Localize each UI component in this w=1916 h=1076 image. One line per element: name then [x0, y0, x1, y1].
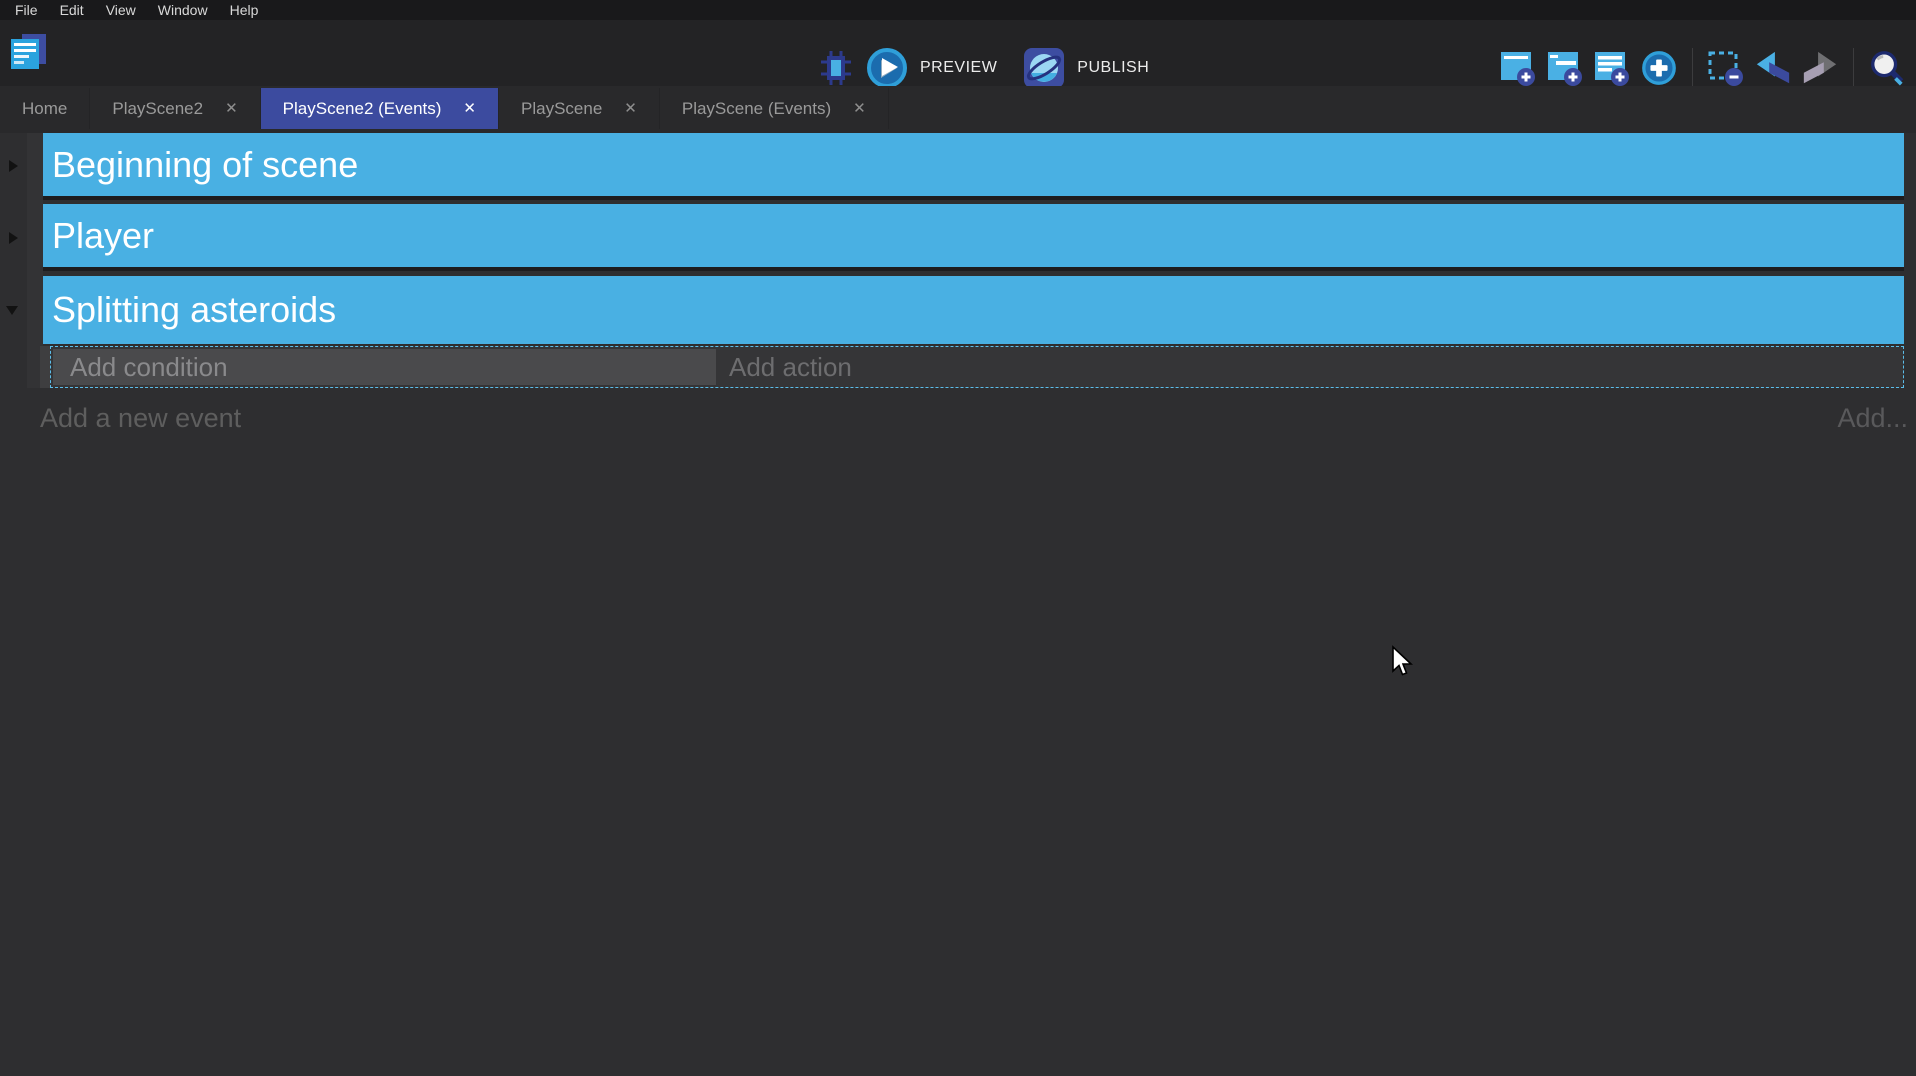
main-toolbar: PREVIEW PUBLISH	[0, 20, 1916, 86]
expand-arrow-icon[interactable]	[9, 160, 18, 172]
tab-label: Home	[22, 99, 67, 119]
search-icon[interactable]	[1868, 48, 1906, 88]
selected-empty-event[interactable]: Add condition Add action	[50, 346, 1904, 388]
close-icon[interactable]: ✕	[853, 101, 866, 116]
add-circle-icon[interactable]	[1640, 48, 1678, 88]
add-more-button[interactable]: Add...	[1837, 403, 1908, 434]
collapse-arrow-icon[interactable]	[6, 306, 18, 315]
close-icon[interactable]: ✕	[463, 101, 476, 116]
toolbar-separator	[1853, 48, 1854, 88]
menu-window[interactable]: Window	[147, 1, 219, 19]
delete-selection-icon[interactable]	[1707, 48, 1745, 88]
menu-edit[interactable]: Edit	[49, 1, 95, 19]
close-icon[interactable]: ✕	[624, 101, 637, 116]
close-icon[interactable]: ✕	[225, 101, 238, 116]
tab-label: PlayScene2 (Events)	[283, 99, 442, 119]
tab-playscene2[interactable]: PlayScene2 ✕	[90, 88, 260, 129]
event-group-player[interactable]: Player	[43, 204, 1904, 271]
add-condition-button[interactable]: Add condition	[53, 349, 716, 385]
event-group-splitting-asteroids[interactable]: Splitting asteroids	[43, 276, 1904, 344]
add-subevent-icon[interactable]	[1546, 48, 1584, 88]
group-title: Splitting asteroids	[43, 289, 336, 331]
tab-label: PlayScene2	[112, 99, 203, 119]
menu-help[interactable]: Help	[219, 1, 270, 19]
tab-label: PlayScene	[521, 99, 602, 119]
redo-icon[interactable]	[1801, 48, 1839, 88]
group-title: Player	[43, 215, 154, 257]
tab-home[interactable]: Home	[0, 88, 90, 129]
toolbar-separator	[1692, 48, 1693, 88]
add-new-event-button[interactable]: Add a new event	[40, 403, 241, 434]
menu-bar: File Edit View Window Help	[0, 0, 1916, 20]
tab-label: PlayScene (Events)	[682, 99, 831, 119]
publish-icon[interactable]	[1023, 47, 1065, 89]
tab-playscene[interactable]: PlayScene ✕	[499, 88, 660, 129]
menu-view[interactable]: View	[95, 1, 147, 19]
publish-button[interactable]: PUBLISH	[1077, 59, 1149, 77]
add-action-button[interactable]: Add action	[716, 347, 1903, 387]
mouse-cursor	[1390, 645, 1414, 679]
add-comment-icon[interactable]	[1593, 48, 1631, 88]
event-group-beginning-of-scene[interactable]: Beginning of scene	[43, 133, 1904, 200]
add-event-icon[interactable]	[1499, 48, 1537, 88]
undo-icon[interactable]	[1754, 48, 1792, 88]
tab-playscene-events[interactable]: PlayScene (Events) ✕	[660, 88, 889, 129]
preview-play-icon[interactable]	[866, 47, 908, 89]
menu-file[interactable]: File	[4, 1, 49, 19]
editor-tab-bar: Home PlayScene2 ✕ PlayScene2 (Events) ✕ …	[0, 86, 1916, 133]
tab-playscene2-events[interactable]: PlayScene2 (Events) ✕	[261, 88, 499, 129]
selected-event-indent	[40, 346, 50, 388]
debug-icon[interactable]	[818, 48, 854, 88]
expand-arrow-icon[interactable]	[9, 232, 18, 244]
preview-button[interactable]: PREVIEW	[920, 59, 997, 77]
add-event-row: Add a new event Add...	[0, 395, 1916, 441]
project-manager-icon[interactable]	[7, 30, 51, 76]
group-title: Beginning of scene	[43, 144, 358, 186]
